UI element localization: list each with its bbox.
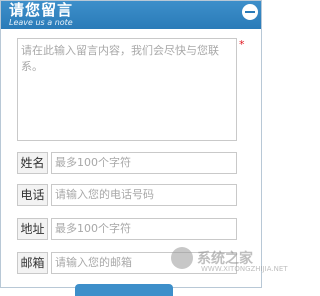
leave-message-widget: 请您留言 Leave us a note 请在此输入留言内容，我们会尽快与您联系… [0, 0, 288, 296]
phone-input[interactable]: 请输入您的电话号码 [51, 184, 237, 206]
address-input[interactable]: 最多100个字符 [51, 218, 237, 240]
watermark-url: WWW.XITONGZHIJIA.NET [201, 265, 288, 273]
minus-icon [245, 11, 255, 13]
submit-button[interactable] [75, 284, 173, 296]
phone-label: 电话 [17, 184, 48, 206]
email-label: 邮箱 [17, 252, 48, 274]
name-field-row: 姓名 最多100个字符 [17, 152, 239, 174]
name-label: 姓名 [17, 152, 48, 174]
minimize-button[interactable] [242, 4, 258, 20]
widget-header: 请您留言 Leave us a note [1, 1, 261, 29]
name-input[interactable]: 最多100个字符 [51, 152, 237, 174]
address-label: 地址 [17, 218, 48, 240]
required-marker: * [239, 38, 245, 51]
site-watermark: 系统之家 WWW.XITONGZHIJIA.NET [171, 245, 288, 275]
address-field-row: 地址 最多100个字符 [17, 218, 239, 240]
widget-title: 请您留言 [9, 1, 74, 19]
message-textarea[interactable]: 请在此输入留言内容，我们会尽快与您联系。 [17, 38, 237, 141]
phone-field-row: 电话 请输入您的电话号码 [17, 184, 239, 206]
watermark-logo-icon [171, 247, 193, 269]
widget-subtitle: Leave us a note [9, 18, 73, 27]
message-placeholder: 请在此输入留言内容，我们会尽快与您联系。 [21, 44, 219, 73]
